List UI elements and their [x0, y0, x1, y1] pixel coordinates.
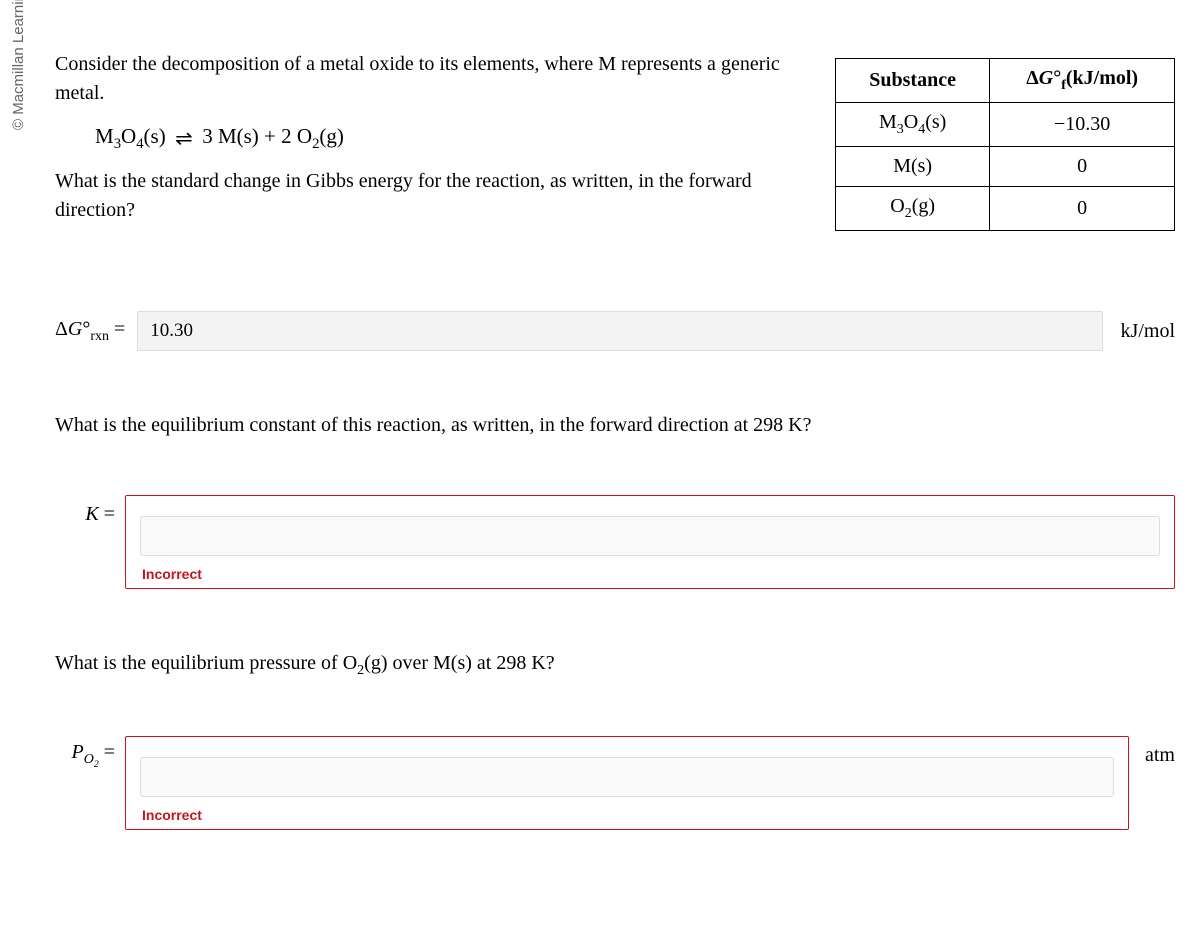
thermodynamic-data-table: Substance ΔG°f(kJ/mol) M3O4(s) −10.30 M(…: [835, 58, 1175, 231]
question-content: Consider the decomposition of a metal ox…: [0, 0, 1200, 850]
question-3-text: What is the equilibrium pressure of O2(g…: [55, 649, 1175, 681]
answer-3-feedback: Incorrect: [142, 807, 1114, 823]
pressure-input[interactable]: [140, 757, 1114, 797]
delta-g-input[interactable]: [137, 311, 1102, 351]
answer-3-unit: atm: [1145, 744, 1175, 767]
equilibrium-constant-input[interactable]: [140, 516, 1160, 556]
answer-2-label: K =: [55, 503, 115, 526]
substance-cell: M3O4(s): [836, 103, 990, 147]
table-row: M(s) 0: [836, 147, 1175, 187]
intro-text: Consider the decomposition of a metal ox…: [55, 50, 805, 108]
chemical-equation: M3O4(s) ⇌ 3 M(s) + 2 O2(g): [95, 124, 805, 153]
question-1-text: What is the standard change in Gibbs ene…: [55, 167, 805, 225]
table-header-delta-g: ΔG°f(kJ/mol): [990, 59, 1175, 103]
answer-2-feedback: Incorrect: [142, 566, 1160, 582]
value-cell: 0: [990, 187, 1175, 231]
answer-1-row: ΔG°rxn = kJ/mol: [55, 311, 1175, 351]
answer-1-label: ΔG°rxn =: [55, 318, 125, 345]
equilibrium-arrow-icon: ⇌: [171, 126, 197, 151]
equation-rhs: 3 M(s) + 2 O2(g): [202, 124, 344, 148]
question-2-text: What is the equilibrium constant of this…: [55, 411, 1175, 440]
value-cell: −10.30: [990, 103, 1175, 147]
answer-3-label: PO2 =: [55, 741, 115, 770]
table-row: O2(g) 0: [836, 187, 1175, 231]
value-cell: 0: [990, 147, 1175, 187]
table-row: M3O4(s) −10.30: [836, 103, 1175, 147]
substance-cell: O2(g): [836, 187, 990, 231]
answer-1-unit: kJ/mol: [1121, 320, 1175, 343]
equation-lhs: M3O4(s): [95, 124, 166, 148]
table-header-substance: Substance: [836, 59, 990, 103]
copyright-watermark: © Macmillan Learning: [10, 0, 27, 130]
substance-cell: M(s): [836, 147, 990, 187]
